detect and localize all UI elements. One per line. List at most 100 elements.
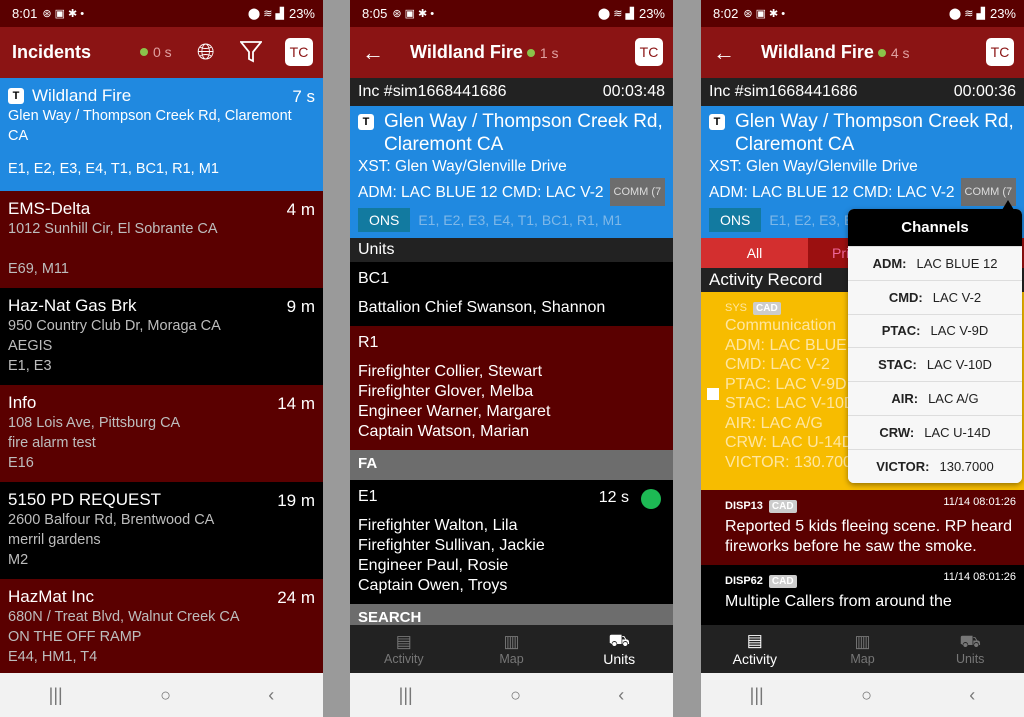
incident-name: 5150 PD REQUEST bbox=[8, 490, 315, 510]
channel-key: CMD: bbox=[888, 289, 923, 305]
incident-age: 19 m bbox=[277, 491, 315, 510]
channel-row[interactable]: VICTOR: 130.7000 bbox=[848, 448, 1022, 483]
avatar[interactable]: TC bbox=[635, 38, 663, 66]
back-button[interactable]: ‹ bbox=[618, 685, 624, 706]
incident-note: fire alarm test bbox=[8, 435, 96, 451]
crew-member: Battalion Chief Swanson, Shannon bbox=[358, 299, 606, 316]
incident-title: Wildland Fire bbox=[32, 86, 132, 105]
incident-row[interactable]: 5150 PD REQUEST 19 m 2600 Balfour Rd, Bren… bbox=[0, 482, 323, 579]
channel-key: ADM: bbox=[872, 255, 907, 271]
tab-units[interactable]: ⛟ Units bbox=[916, 625, 1024, 673]
incident-row[interactable]: EMS-Delta 4 m 1012 Sunhill Cir, El Sobrant… bbox=[0, 191, 323, 288]
crew-member: Captain Watson, Marian bbox=[358, 423, 530, 440]
home-button[interactable]: ○ bbox=[160, 685, 171, 706]
channel-row[interactable]: CRW: LAC U-14D bbox=[848, 414, 1022, 449]
filter-all[interactable]: All bbox=[701, 238, 808, 268]
incident-row[interactable]: T Wildland Fire 7 s Glen Way / Thompson Cre… bbox=[0, 78, 323, 191]
tab-activity[interactable]: ▤ Activity bbox=[350, 625, 458, 673]
android-nav-bar: ||| ○ ‹ bbox=[350, 673, 673, 717]
truck-icon: ⛟ bbox=[959, 632, 981, 651]
channel-key: AIR: bbox=[891, 391, 919, 407]
activity-timestamp: 11/14 08:01:26 bbox=[943, 496, 1016, 508]
filter-icon[interactable] bbox=[239, 40, 263, 69]
crew-member: Engineer Paul, Rosie bbox=[358, 557, 509, 574]
incident-note: AEGIS bbox=[8, 338, 53, 354]
incident-age: 4 m bbox=[286, 200, 315, 219]
unit-row[interactable]: BC1 Battalion Chief Swanson, Shannon bbox=[350, 262, 673, 326]
notification-icons: ⊛ ▣ ✱ • bbox=[392, 8, 435, 20]
avatar[interactable]: TC bbox=[986, 38, 1014, 66]
channel-row[interactable]: STAC: LAC V-10D bbox=[848, 347, 1022, 382]
ons-badge[interactable]: ONS bbox=[709, 208, 762, 232]
channel-key: STAC: bbox=[878, 357, 917, 373]
incident-title: Haz-Nat Gas Brk bbox=[8, 296, 137, 315]
globe-icon[interactable]: 🌐︎ bbox=[197, 39, 215, 65]
tab-units[interactable]: ⛟ Units bbox=[565, 625, 673, 673]
activity-item[interactable]: DISP13 CAD 11/14 08:01:26 Reported 5 kids f… bbox=[701, 490, 1024, 565]
home-button[interactable]: ○ bbox=[861, 685, 872, 706]
incident-row[interactable]: Haz-Nat Gas Brk 9 m 950 Country Club Dr, M… bbox=[0, 288, 323, 385]
incident-units-screen: 8:05 ⊛ ▣ ✱ • ⬤ ≋ ▟ 23% ← Wildland Fire 1 s… bbox=[350, 0, 673, 717]
incident-name: Haz-Nat Gas Brk bbox=[8, 296, 315, 316]
activity-author: SYS bbox=[725, 302, 748, 314]
incident-age: 9 m bbox=[286, 297, 315, 316]
incident-note bbox=[8, 239, 315, 259]
incident-address: 680N / Treat Blvd, Walnut Creek CA bbox=[8, 609, 240, 625]
crew-member: Firefighter Glover, Melba bbox=[358, 383, 534, 400]
incident-units: E16 bbox=[8, 455, 34, 471]
back-arrow-icon[interactable]: ← bbox=[713, 40, 735, 66]
activity-item[interactable]: DISP62 CAD 11/14 08:01:26 Multiple Callers … bbox=[701, 565, 1024, 620]
notification-icons: ⊛ ▣ ✱ • bbox=[42, 8, 85, 20]
crew-member: Firefighter Collier, Stewart bbox=[358, 363, 543, 380]
channel-row[interactable]: AIR: LAC A/G bbox=[848, 381, 1022, 415]
group-header-fa: FA bbox=[350, 450, 673, 480]
channel-rows: ADM: LAC BLUE 12 CMD: LAC V-2 PTAC: LAC V-9D S… bbox=[848, 246, 1022, 483]
cad-tag: CAD bbox=[768, 500, 797, 513]
battery-level: 23% bbox=[989, 6, 1016, 21]
channel-row[interactable]: CMD: LAC V-2 bbox=[848, 279, 1022, 314]
back-arrow-icon[interactable]: ← bbox=[362, 40, 384, 66]
sync-age: 1 s bbox=[539, 44, 559, 61]
app-bar: ← Wildland Fire 4 s TC bbox=[701, 27, 1024, 78]
back-button[interactable]: ‹ bbox=[268, 685, 274, 706]
ons-badge[interactable]: ONS bbox=[358, 208, 411, 232]
app-bar: Incidents 0 s 🌐︎ TC bbox=[0, 27, 323, 78]
avatar[interactable]: TC bbox=[285, 38, 313, 66]
channel-row[interactable]: PTAC: LAC V-9D bbox=[848, 313, 1022, 348]
recents-button[interactable]: ||| bbox=[750, 685, 764, 706]
tab-map[interactable]: ▥ Map bbox=[458, 625, 566, 673]
unit-row[interactable]: R1 Firefighter Collier, Stewart Firefighte… bbox=[350, 326, 673, 450]
recents-button[interactable]: ||| bbox=[49, 685, 63, 706]
incident-address: Glen Way / Thompson Creek Rd, Claremont … bbox=[384, 111, 663, 155]
incident-number: Inc #sim1668441686 bbox=[709, 83, 858, 100]
recents-button[interactable]: ||| bbox=[399, 685, 413, 706]
channel-row[interactable]: ADM: LAC BLUE 12 bbox=[848, 246, 1022, 280]
elapsed-time: 00:00:36 bbox=[953, 83, 1016, 100]
android-nav-bar: ||| ○ ‹ bbox=[0, 673, 323, 717]
incident-title: 5150 PD REQUEST bbox=[8, 490, 162, 509]
assigned-units: E1, E2, E3, E4, T1, BC1, R1, M1 bbox=[418, 212, 622, 228]
channel-value: LAC BLUE 12 bbox=[916, 255, 998, 271]
incident-row[interactable]: HazMat Inc 24 m 680N / Treat Blvd, Walnut … bbox=[0, 579, 323, 676]
incidents-screen: 8:01 ⊛ ▣ ✱ • ⬤ ≋ ▟ 23% Incidents 0 s 🌐︎ TC… bbox=[0, 0, 323, 717]
incident-note bbox=[8, 146, 315, 159]
back-button[interactable]: ‹ bbox=[969, 685, 975, 706]
home-button[interactable]: ○ bbox=[510, 685, 521, 706]
incident-number-bar: Inc #sim1668441686 00:00:36 bbox=[701, 78, 1024, 106]
incident-number: Inc #sim1668441686 bbox=[358, 83, 507, 100]
unit-row[interactable]: E1 12 s Firefighter Walton, Lila Firefighte… bbox=[350, 480, 673, 604]
acknowledge-checkbox[interactable] bbox=[707, 388, 719, 400]
type-badge: T bbox=[709, 114, 725, 130]
crew-member: Firefighter Sullivan, Jackie bbox=[358, 537, 545, 554]
notification-icons: ⊛ ▣ ✱ • bbox=[743, 8, 786, 20]
channel-value: LAC A/G bbox=[928, 391, 979, 407]
comm-button[interactable]: COMM (7 bbox=[609, 178, 666, 206]
tab-map[interactable]: ▥ Map bbox=[809, 625, 917, 673]
tab-activity[interactable]: ▤ Activity bbox=[701, 625, 809, 673]
type-badge: T bbox=[358, 114, 374, 130]
incident-units: E69, M11 bbox=[8, 261, 69, 277]
units-list: BC1 Battalion Chief Swanson, Shannon R1 Fir… bbox=[350, 262, 673, 450]
incident-row[interactable]: Info 14 m 108 Lois Ave, Pittsburg CA fire a… bbox=[0, 385, 323, 482]
incident-note: ON THE OFF RAMP bbox=[8, 629, 142, 645]
signal-icons: ⬤ ≋ ▟ bbox=[597, 8, 634, 20]
